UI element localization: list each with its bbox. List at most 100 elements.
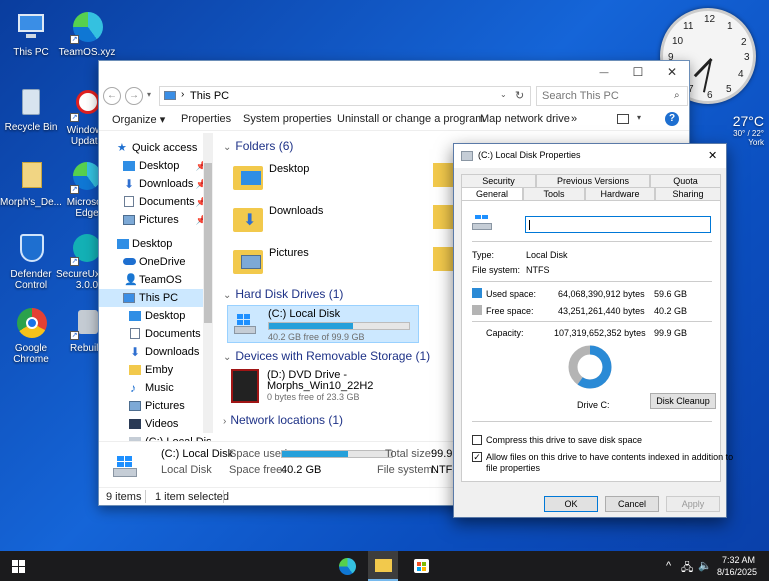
network-section-header[interactable]: › Network locations (1): [223, 413, 343, 427]
dialog-titlebar[interactable]: (C:) Local Disk Properties ✕: [454, 144, 726, 168]
cancel-button[interactable]: Cancel: [605, 496, 659, 512]
compress-label[interactable]: Compress this drive to save disk space: [486, 435, 642, 445]
desktop-icon-chrome[interactable]: Google Chrome: [0, 306, 62, 365]
dialog-close-button[interactable]: ✕: [708, 149, 717, 162]
tab-previous-versions[interactable]: Previous Versions: [536, 174, 650, 187]
nav-pc-music[interactable]: ♪ Music: [99, 379, 211, 397]
desktop-folder-icon: [117, 239, 129, 249]
drive-label-input[interactable]: [525, 216, 711, 233]
forward-button[interactable]: →: [125, 87, 143, 105]
folder-partial-icon: [433, 163, 453, 187]
maximize-button[interactable]: ☐: [621, 61, 655, 83]
address-bar[interactable]: › This PC ⌄ ↻: [159, 86, 531, 106]
taskbar: ^ 🖧 🔈 7:32 AM 8/16/2025: [0, 551, 769, 581]
folders-section-header[interactable]: ⌄ Folders (6): [223, 139, 293, 153]
desktop-icon-label: Google Chrome: [13, 343, 49, 365]
taskbar-file-explorer[interactable]: [368, 551, 398, 581]
tab-tools[interactable]: Tools: [523, 187, 585, 200]
uninstall-program-button[interactable]: Uninstall or change a program: [337, 113, 484, 125]
taskbar-time[interactable]: 7:32 AM: [722, 555, 755, 565]
taskbar-edge[interactable]: [332, 551, 362, 581]
hard-disk-section-header[interactable]: ⌄ Hard Disk Drives (1): [223, 287, 343, 301]
nav-desktop[interactable]: Desktop: [99, 235, 211, 253]
nav-pc-videos[interactable]: Videos: [99, 415, 211, 433]
taskbar-date[interactable]: 8/16/2025: [717, 567, 757, 577]
recent-dropdown-icon[interactable]: ▾: [147, 90, 151, 99]
minimize-button[interactable]: —: [587, 61, 621, 83]
refresh-icon[interactable]: ↻: [515, 89, 524, 102]
organize-menu[interactable]: Organize ▾: [112, 113, 165, 126]
nav-quick-pictures[interactable]: Pictures 📌: [99, 211, 211, 229]
back-button[interactable]: ←: [103, 87, 121, 105]
nav-pc-pictures[interactable]: Pictures: [99, 397, 211, 415]
star-icon: ★: [117, 142, 127, 154]
tray-chevron-icon[interactable]: ^: [666, 560, 671, 572]
ok-button[interactable]: OK: [544, 496, 598, 512]
desktop-icon-defender-control[interactable]: Defender Control: [0, 232, 62, 291]
nav-this-pc[interactable]: This PC: [99, 289, 211, 307]
address-dropdown-icon[interactable]: ⌄: [500, 90, 507, 99]
details-name: (C:) Local Disk: [161, 448, 234, 460]
close-button[interactable]: ✕: [655, 61, 689, 83]
desktop-icon-teamos[interactable]: ↗ TeamOS.xyz: [56, 10, 118, 58]
volume-icon[interactable]: 🔈: [698, 559, 712, 572]
command-bar: Organize ▾ Properties System properties …: [99, 109, 689, 131]
nav-quick-desktop[interactable]: Desktop 📌: [99, 157, 211, 175]
chevron-down-icon: ⌄: [223, 142, 232, 153]
tab-hardware[interactable]: Hardware: [585, 187, 655, 200]
nav-scroll-thumb[interactable]: [204, 163, 212, 323]
nav-teamos[interactable]: 👤 TeamOS: [99, 271, 211, 289]
tab-general[interactable]: General: [461, 187, 523, 201]
desktop-icon-label: Morph's_De...: [0, 197, 62, 208]
network-icon[interactable]: 🖧: [681, 559, 693, 578]
nav-pc-downloads[interactable]: ⬇ Downloads: [99, 343, 211, 361]
nav-quick-downloads[interactable]: ⬇ Downloads 📌: [99, 175, 211, 193]
system-properties-button[interactable]: System properties: [243, 113, 332, 125]
index-label-line1[interactable]: Allow files on this drive to have conten…: [486, 452, 733, 462]
compress-checkbox[interactable]: [472, 435, 482, 445]
disk-cleanup-button[interactable]: Disk Cleanup: [650, 393, 716, 409]
edge-icon: [339, 558, 356, 575]
nav-scrollbar[interactable]: [203, 133, 213, 433]
removable-section-header[interactable]: ⌄ Devices with Removable Storage (1): [223, 349, 430, 363]
nav-pc-emby[interactable]: Emby: [99, 361, 211, 379]
nav-pc-desktop[interactable]: Desktop: [99, 307, 211, 325]
nav-label: Pictures: [139, 214, 179, 226]
desktop-icon-recycle-bin[interactable]: Recycle Bin: [0, 85, 62, 133]
index-label-line2[interactable]: file properties: [486, 463, 540, 473]
taskbar-store[interactable]: [406, 551, 436, 581]
nav-label: Desktop: [139, 160, 180, 172]
more-commands-button[interactable]: »: [571, 113, 577, 125]
total-size-label: Total size:: [385, 448, 434, 460]
tab-quota[interactable]: Quota: [650, 174, 721, 187]
drive-c-tile[interactable]: (C:) Local Disk 40.2 GB free of 99.9 GB: [227, 305, 419, 343]
folder-pictures[interactable]: Pictures: [227, 243, 387, 283]
drive-d-tile[interactable]: (D:) DVD Drive - Morphs_Win10_22H2 0 byt…: [227, 367, 427, 407]
tab-security[interactable]: Security: [461, 174, 536, 187]
pictures-icon: [123, 215, 135, 225]
map-network-drive-button[interactable]: Map network drive: [480, 113, 570, 125]
drive-name: Morphs_Win10_22H2: [267, 380, 374, 392]
start-button[interactable]: [12, 560, 25, 573]
nav-quick-documents[interactable]: Documents 📌: [99, 193, 211, 211]
tab-sharing[interactable]: Sharing: [655, 187, 721, 200]
folder-downloads[interactable]: ⬇ Downloads: [227, 201, 387, 241]
view-dropdown-icon[interactable]: ▾: [637, 113, 641, 122]
properties-button[interactable]: Properties: [181, 113, 231, 125]
nav-pc-local-disk[interactable]: (C:) Local Disk: [99, 433, 211, 441]
weather-temp: 27°C: [732, 113, 764, 129]
address-path: This PC: [190, 90, 230, 102]
index-checkbox[interactable]: ✓: [472, 452, 482, 462]
help-icon[interactable]: ?: [665, 112, 679, 126]
nav-quick-access[interactable]: ★ Quick access: [99, 139, 211, 157]
nav-pc-documents[interactable]: Documents: [99, 325, 211, 343]
file-system-label: File system:: [377, 464, 436, 476]
view-options-icon[interactable]: [617, 114, 629, 124]
explorer-titlebar[interactable]: — ☐ ✕: [99, 61, 689, 83]
nav-onedrive[interactable]: OneDrive: [99, 253, 211, 271]
folder-desktop[interactable]: Desktop: [227, 159, 387, 199]
apply-button[interactable]: Apply: [666, 496, 720, 512]
search-input[interactable]: Search This PC: [536, 86, 688, 106]
desktop-icon-this-pc[interactable]: This PC: [0, 10, 62, 58]
desktop-icon-morphs[interactable]: Morph's_De...: [0, 160, 62, 208]
